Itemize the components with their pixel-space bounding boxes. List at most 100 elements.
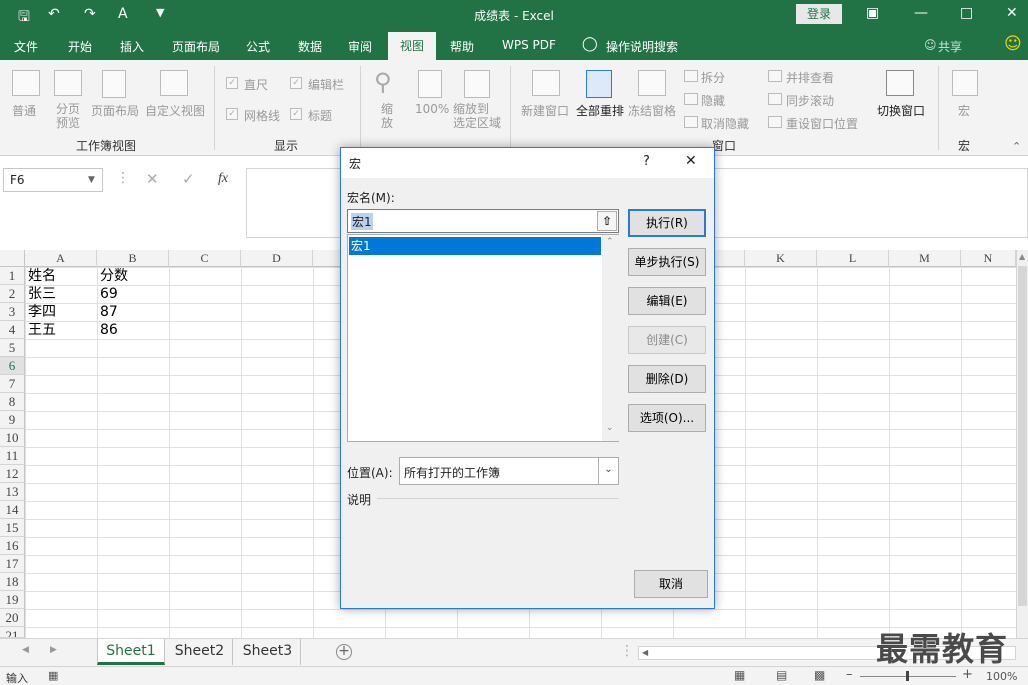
smiley-icon[interactable]: ☺	[1004, 34, 1022, 54]
help-button[interactable]: ?	[643, 154, 650, 169]
column-header[interactable]: M	[889, 250, 961, 267]
zoom-to-selection-icon[interactable]	[464, 70, 490, 98]
cell-b3[interactable]: 87	[97, 303, 118, 321]
custom-views-button[interactable]: 自定义视图	[145, 102, 205, 119]
new-window-button[interactable]: 新建窗口	[521, 102, 569, 119]
ruler-checkbox[interactable]: ✓	[226, 77, 238, 89]
collapse-ribbon-icon[interactable]: ⌃	[1012, 140, 1021, 153]
row-header[interactable]: 16	[0, 537, 25, 555]
reset-position-button[interactable]: 重设窗口位置	[786, 115, 858, 132]
headings-checkbox[interactable]: ✓	[290, 108, 302, 120]
sheet-tab-sheet3[interactable]: Sheet3	[235, 639, 301, 665]
column-header[interactable]: L	[817, 250, 889, 267]
cancel-button[interactable]: 取消	[634, 570, 708, 598]
maximize-icon[interactable]: □	[960, 5, 973, 21]
arrange-all-icon[interactable]	[586, 70, 612, 98]
unhide-button[interactable]: 取消隐藏	[701, 115, 749, 132]
chevron-down-icon[interactable]: ⌄	[598, 457, 618, 485]
macro-name-input[interactable]: 宏1	[347, 209, 619, 233]
minimize-icon[interactable]: —	[914, 5, 928, 21]
macros-button[interactable]: 宏	[958, 102, 970, 119]
row-header[interactable]: 18	[0, 573, 25, 591]
page-break-preview-icon[interactable]	[54, 70, 82, 96]
arrange-all-button[interactable]: 全部重排	[576, 102, 624, 119]
select-all-corner[interactable]	[0, 250, 25, 267]
row-header[interactable]: 21	[0, 627, 25, 638]
split-button[interactable]: 拆分	[701, 69, 725, 86]
row-header[interactable]: 13	[0, 483, 25, 501]
zoom-slider[interactable]	[860, 671, 956, 681]
vertical-scroll-thumb[interactable]	[1018, 266, 1027, 606]
freeze-panes-button[interactable]: 冻结窗格	[628, 102, 676, 119]
side-by-side-icon[interactable]	[768, 70, 782, 82]
row-header[interactable]: 7	[0, 375, 25, 393]
tab-data[interactable]: 数据	[298, 38, 322, 55]
row-header[interactable]: 20	[0, 609, 25, 627]
cell-b1[interactable]: 分数	[97, 267, 128, 285]
column-header[interactable]: A	[25, 250, 97, 267]
page-layout-button[interactable]: 页面布局	[91, 102, 139, 119]
zoom-100-button[interactable]: 100%	[415, 102, 449, 116]
zoom-slider-thumb[interactable]	[906, 671, 909, 681]
vertical-scrollbar[interactable]: ▲	[1016, 250, 1028, 638]
tab-home[interactable]: 开始	[68, 38, 92, 55]
page-break-preview-button[interactable]: 分页 预览	[56, 102, 80, 130]
zoom-to-selection-button[interactable]: 缩放到 选定区域	[453, 102, 501, 130]
location-select[interactable]: 所有打开的工作簿 ⌄	[399, 457, 619, 485]
edit-button[interactable]: 编辑(E)	[628, 287, 706, 315]
formula-bar-checkbox[interactable]: ✓	[290, 77, 302, 89]
row-header[interactable]: 2	[0, 285, 25, 303]
next-sheet-icon[interactable]: ▶	[50, 645, 57, 655]
row-header[interactable]: 8	[0, 393, 25, 411]
zoom-magnifier-icon[interactable]: ⚲	[374, 68, 392, 96]
cancel-entry-icon[interactable]: ✕	[146, 170, 159, 188]
insert-function-icon[interactable]: fx	[218, 171, 228, 187]
share-button[interactable]: 共享	[938, 38, 962, 55]
new-window-icon[interactable]	[532, 70, 560, 96]
macro-record-icon[interactable]: ▦	[48, 669, 58, 682]
cell-a3[interactable]: 李四	[25, 303, 56, 321]
switch-window-button[interactable]: 切换窗口	[877, 102, 925, 119]
macros-icon[interactable]	[952, 70, 978, 96]
row-header[interactable]: 6	[0, 357, 25, 375]
row-header[interactable]: 5	[0, 339, 25, 357]
column-header[interactable]: C	[169, 250, 241, 267]
zoom-out-icon[interactable]: –	[846, 667, 853, 682]
row-header[interactable]: 4	[0, 321, 25, 339]
options-button[interactable]: 选项(O)...	[628, 404, 706, 432]
add-sheet-icon[interactable]: +	[336, 644, 352, 660]
tab-page-layout[interactable]: 页面布局	[172, 38, 220, 55]
row-header[interactable]: 17	[0, 555, 25, 573]
cell-b4[interactable]: 86	[97, 321, 118, 339]
ribbon-display-icon[interactable]: ▣	[866, 5, 879, 21]
sheet-tab-sheet1[interactable]: Sheet1	[97, 639, 165, 665]
normal-view-status-icon[interactable]: ▦	[734, 668, 745, 682]
scroll-left-icon[interactable]: ◀	[642, 648, 648, 657]
zoom-100-icon[interactable]	[418, 70, 442, 98]
custom-views-icon[interactable]	[160, 70, 188, 96]
tab-insert[interactable]: 插入	[120, 38, 144, 55]
collapse-dialog-icon[interactable]: ⇧	[597, 211, 617, 231]
cell-a1[interactable]: 姓名	[25, 267, 56, 285]
page-layout-icon[interactable]	[102, 70, 126, 98]
sync-scroll-button[interactable]: 同步滚动	[786, 92, 834, 109]
row-header[interactable]: 3	[0, 303, 25, 321]
prev-sheet-icon[interactable]: ◀	[22, 645, 29, 655]
tab-view[interactable]: 视图	[388, 32, 436, 60]
column-header[interactable]: B	[97, 250, 169, 267]
tell-me-search[interactable]: 操作说明搜索	[606, 38, 678, 55]
sync-scroll-icon[interactable]	[768, 93, 782, 105]
row-header[interactable]: 10	[0, 429, 25, 447]
cell-a2[interactable]: 张三	[25, 285, 56, 303]
cell-b2[interactable]: 69	[97, 285, 118, 303]
close-icon[interactable]: ✕	[1006, 5, 1018, 21]
delete-button[interactable]: 删除(D)	[628, 365, 706, 393]
zoom-button[interactable]: 缩 放	[381, 102, 393, 130]
row-header[interactable]: 9	[0, 411, 25, 429]
name-box-dropdown-icon[interactable]: ▼	[88, 175, 95, 185]
run-button[interactable]: 执行(R)	[628, 209, 706, 237]
column-header[interactable]: D	[241, 250, 313, 267]
scroll-up-icon[interactable]: ⌃	[606, 237, 614, 247]
tab-help[interactable]: 帮助	[450, 38, 474, 55]
row-header[interactable]: 11	[0, 447, 25, 465]
